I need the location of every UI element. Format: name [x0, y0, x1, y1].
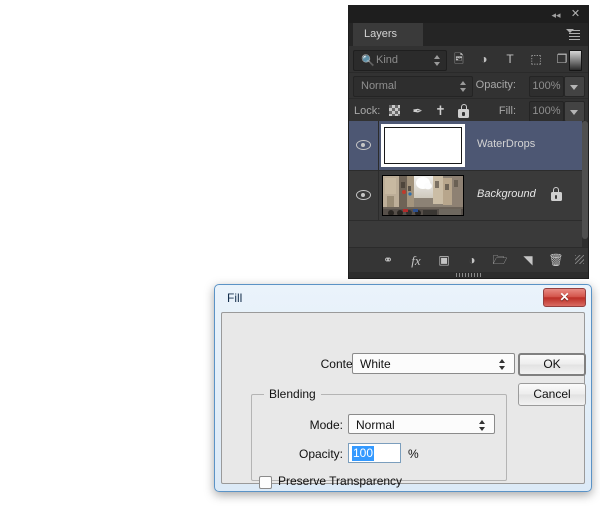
- opacity-label: Opacity:: [222, 447, 343, 461]
- layer-visibility-toggle[interactable]: [349, 121, 379, 170]
- tab-layers[interactable]: Layers: [353, 23, 423, 46]
- blend-mode-select[interactable]: Normal: [353, 76, 473, 97]
- filter-pixel-icon[interactable]: 🖻: [449, 50, 469, 69]
- opacity-label: Opacity:: [476, 79, 516, 91]
- layer-visibility-toggle[interactable]: [349, 171, 379, 220]
- opacity-dropdown-button[interactable]: [564, 76, 585, 97]
- street-photo: [383, 176, 464, 216]
- lock-image-pixels-icon[interactable]: ✒: [409, 103, 426, 119]
- layer-thumbnail[interactable]: [381, 124, 465, 167]
- filter-adjustment-icon[interactable]: ◑: [474, 50, 494, 69]
- blending-groupbox: Blending: [251, 394, 507, 481]
- blending-legend: Blending: [264, 387, 321, 401]
- layers-bottom-toolbar: ⚭ fx ▣ ◑ 🗁 ◥ 🗑: [349, 247, 588, 272]
- percent-sign: %: [408, 447, 419, 461]
- blend-mode-value: Normal: [361, 80, 396, 92]
- mode-label: Mode:: [222, 418, 343, 432]
- contents-value: White: [360, 357, 391, 371]
- filter-enable-toggle[interactable]: [569, 50, 582, 71]
- panel-titlebar: ◂◂ ✕: [349, 6, 588, 23]
- cancel-button[interactable]: Cancel: [518, 383, 586, 406]
- link-layers-button[interactable]: ⚭: [377, 252, 399, 269]
- new-group-button[interactable]: 🗁: [489, 252, 511, 269]
- layers-list: WaterDrops: [349, 121, 588, 254]
- panel-tabstrip: Layers: [349, 23, 588, 46]
- opacity-input[interactable]: 100: [348, 443, 401, 463]
- chevron-updown-icon[interactable]: [499, 359, 506, 370]
- lock-icon: [550, 187, 562, 201]
- layer-thumbnail[interactable]: [381, 174, 465, 217]
- scrollbar-thumb[interactable]: [582, 121, 588, 239]
- fill-label: Fill:: [499, 105, 516, 117]
- new-fill-adjustment-layer-button[interactable]: ◑: [461, 252, 483, 269]
- dialog-body: Contents: White OK Cancel Blending Mode:…: [221, 312, 585, 484]
- search-icon: 🔍: [361, 54, 375, 67]
- table-row[interactable]: WaterDrops: [349, 121, 588, 171]
- fill-dropdown-button[interactable]: [564, 101, 585, 122]
- collapse-double-left-icon[interactable]: ◂◂: [549, 9, 563, 21]
- preserve-transparency-checkbox[interactable]: [259, 476, 272, 489]
- table-row[interactable]: Background: [349, 171, 588, 221]
- lock-transparent-pixels-icon[interactable]: [386, 103, 403, 119]
- close-icon[interactable]: ✕: [569, 8, 582, 21]
- filter-type-icon[interactable]: T: [500, 50, 520, 69]
- lock-position-icon[interactable]: ✝: [432, 103, 449, 119]
- layers-scrollbar[interactable]: [582, 121, 588, 254]
- blend-mode-row: Normal Opacity: 100%: [349, 73, 588, 99]
- panel-menu-icon[interactable]: [566, 28, 582, 41]
- layer-filter-row: 🔍 Kind 🖻 ◑ T ⬚ ❐: [349, 46, 588, 73]
- opacity-value: 100: [352, 446, 374, 461]
- add-layer-style-button[interactable]: fx: [405, 252, 427, 269]
- filter-kind-value: Kind: [376, 54, 398, 66]
- panel-drag-gripbar[interactable]: [349, 272, 588, 278]
- layers-list-empty-space: [349, 221, 588, 249]
- dialog-title: Fill: [227, 291, 242, 305]
- close-icon[interactable]: ✕: [543, 288, 586, 307]
- preserve-transparency-label: Preserve Transparency: [278, 474, 402, 488]
- chevron-updown-icon[interactable]: [479, 420, 486, 431]
- panel-resize-grip[interactable]: [575, 255, 584, 264]
- fill-dialog: Fill ✕ Contents: White OK Cancel Blendin…: [214, 284, 592, 492]
- opacity-value[interactable]: 100%: [529, 76, 564, 97]
- eye-icon: [356, 190, 371, 200]
- filter-shape-icon[interactable]: ⬚: [526, 50, 546, 69]
- lock-label: Lock:: [354, 105, 380, 117]
- mode-select[interactable]: Normal: [348, 414, 495, 434]
- layers-panel: ◂◂ ✕ Layers 🔍 Kind 🖻 ◑ T ⬚ ❐ Normal: [349, 6, 588, 278]
- new-layer-button[interactable]: ◥: [517, 252, 539, 269]
- layer-name-label: Background: [477, 188, 536, 200]
- lock-all-icon[interactable]: [455, 103, 472, 119]
- layer-name-label: WaterDrops: [477, 138, 535, 150]
- eye-icon: [356, 140, 371, 150]
- contents-select[interactable]: White: [352, 353, 515, 374]
- background-thumbnail-image: [382, 175, 464, 216]
- delete-layer-button[interactable]: 🗑: [545, 252, 567, 269]
- chevron-updown-icon[interactable]: [434, 55, 441, 66]
- mode-value: Normal: [356, 418, 395, 432]
- ok-button[interactable]: OK: [518, 353, 586, 376]
- chevron-updown-icon[interactable]: [460, 81, 467, 92]
- filter-kind-select[interactable]: 🔍 Kind: [353, 50, 447, 71]
- fill-value[interactable]: 100%: [529, 101, 564, 122]
- add-layer-mask-button[interactable]: ▣: [433, 252, 455, 269]
- dialog-titlebar[interactable]: Fill ✕: [215, 285, 591, 311]
